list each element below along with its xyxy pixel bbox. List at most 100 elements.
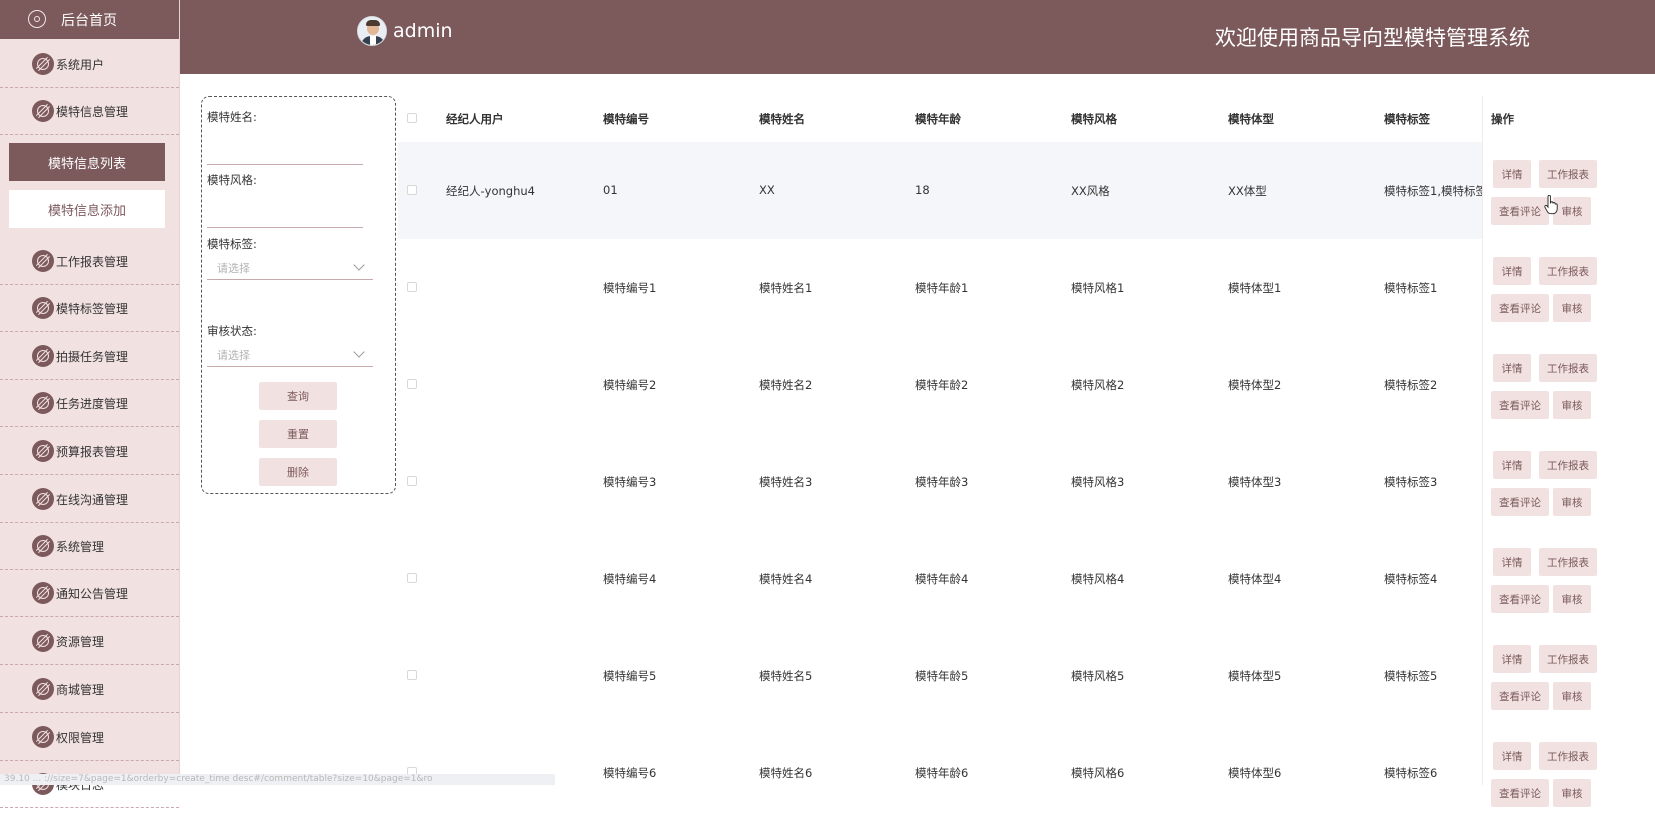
- table-cell: 模特体型5: [1228, 669, 1282, 683]
- table-cell: 模特姓名6: [759, 766, 813, 780]
- detail-button[interactable]: 详情: [1493, 645, 1531, 673]
- work-report-button[interactable]: 工作报表: [1539, 257, 1597, 285]
- view-comments-button[interactable]: 查看评论: [1491, 682, 1549, 710]
- sidebar-item[interactable]: 系统用户: [0, 41, 179, 88]
- sidebar-item-label: 通知公告管理: [56, 587, 129, 601]
- table-row: 经纪人-yonghu4 01 XX 18 XX风格 XX体型 模特标签1,模特标签2: [398, 142, 1638, 239]
- detail-button[interactable]: 详情: [1493, 257, 1531, 285]
- work-report-button[interactable]: 工作报表: [1539, 548, 1597, 576]
- table-cell: 模特标签1,模特标签2: [1384, 184, 1484, 198]
- row-checkbox[interactable]: [407, 185, 417, 195]
- table-cell: 模特标签1: [1384, 281, 1438, 295]
- sidebar-item[interactable]: 商城管理: [0, 666, 179, 713]
- sidebar-sub-item-model-list[interactable]: 模特信息列表: [9, 143, 165, 181]
- table-cell: 模特标签6: [1384, 766, 1438, 780]
- sidebar-item[interactable]: 模特信息管理: [0, 88, 179, 135]
- menu-flower-icon: [32, 392, 54, 414]
- view-comments-button[interactable]: 查看评论: [1491, 197, 1549, 225]
- sidebar-item-label: 系统用户: [56, 58, 105, 72]
- menu-flower-icon: [32, 678, 54, 700]
- model-tag-select[interactable]: 请选择: [207, 254, 373, 280]
- sidebar-item-label: 拍摄任务管理: [56, 350, 129, 364]
- sidebar-item-label: 商城管理: [56, 683, 105, 697]
- sidebar-item[interactable]: 系统管理: [0, 523, 179, 570]
- table-cell: 模特年龄3: [915, 475, 969, 489]
- review-button[interactable]: 审核: [1553, 779, 1591, 807]
- model-name-label: 模特姓名:: [207, 110, 257, 124]
- review-button[interactable]: 审核: [1553, 391, 1591, 419]
- reset-button[interactable]: 重置: [259, 420, 337, 448]
- view-comments-button[interactable]: 查看评论: [1491, 585, 1549, 613]
- table-header-cell: 模特风格: [1071, 112, 1117, 126]
- sidebar-sub-item-model-add[interactable]: 模特信息添加: [9, 190, 165, 228]
- review-button[interactable]: 审核: [1553, 585, 1591, 613]
- menu-flower-icon: [32, 630, 54, 652]
- detail-button[interactable]: 详情: [1493, 354, 1531, 382]
- table-cell: 模特年龄5: [915, 669, 969, 683]
- model-tag-placeholder: 请选择: [217, 262, 250, 275]
- sidebar-home[interactable]: 后台首页: [0, 0, 179, 39]
- table-cell: 模特风格1: [1071, 281, 1125, 295]
- chevron-down-icon: [353, 259, 365, 271]
- table-cell: 模特年龄4: [915, 572, 969, 586]
- table-header: 经纪人用户 模特编号 模特姓名 模特年龄 模特风格 模特体型 模特标签: [398, 96, 1638, 142]
- work-report-button[interactable]: 工作报表: [1539, 354, 1597, 382]
- select-all-checkbox[interactable]: [407, 113, 417, 123]
- table-cell: 模特体型2: [1228, 378, 1282, 392]
- review-button[interactable]: 审核: [1553, 294, 1591, 322]
- model-name-input[interactable]: [207, 142, 363, 165]
- row-checkbox[interactable]: [407, 476, 417, 486]
- view-comments-button[interactable]: 查看评论: [1491, 779, 1549, 807]
- table-cell: 模特编号5: [603, 669, 657, 683]
- table-cell: 模特编号6: [603, 766, 657, 780]
- detail-button[interactable]: 详情: [1493, 451, 1531, 479]
- menu-flower-icon: [32, 582, 54, 604]
- work-report-button[interactable]: 工作报表: [1539, 160, 1597, 188]
- search-panel: 模特姓名: 模特风格: 模特标签: 请选择 审核状态: 请选择 查询 重置 删除: [201, 96, 396, 494]
- row-checkbox[interactable]: [407, 379, 417, 389]
- sidebar-item[interactable]: 预算报表管理: [0, 428, 179, 475]
- sidebar-item[interactable]: 资源管理: [0, 618, 179, 665]
- review-button[interactable]: 审核: [1553, 488, 1591, 516]
- row-checkbox[interactable]: [407, 282, 417, 292]
- page-title: 欢迎使用商品导向型模特管理系统: [1215, 26, 1530, 50]
- detail-button[interactable]: 详情: [1493, 160, 1531, 188]
- view-comments-button[interactable]: 查看评论: [1491, 391, 1549, 419]
- table-row: 模特编号6 模特姓名6 模特年龄6 模特风格6 模特体型6 模特标签6: [398, 724, 1638, 821]
- sidebar-item[interactable]: 权限管理: [0, 714, 179, 761]
- table-cell: 模特年龄1: [915, 281, 969, 295]
- work-report-button[interactable]: 工作报表: [1539, 742, 1597, 770]
- table-cell: 模特体型6: [1228, 766, 1282, 780]
- sidebar-item-label: 资源管理: [56, 635, 105, 649]
- chevron-down-icon: [353, 346, 365, 358]
- menu-flower-icon: [32, 250, 54, 272]
- view-comments-button[interactable]: 查看评论: [1491, 294, 1549, 322]
- row-checkbox[interactable]: [407, 573, 417, 583]
- sidebar-item[interactable]: 在线沟通管理: [0, 476, 179, 523]
- table-cell: 模特标签2: [1384, 378, 1438, 392]
- work-report-button[interactable]: 工作报表: [1539, 645, 1597, 673]
- review-button[interactable]: 审核: [1553, 682, 1591, 710]
- sidebar-item[interactable]: 工作报表管理: [0, 238, 179, 285]
- query-button[interactable]: 查询: [259, 382, 337, 410]
- detail-button[interactable]: 详情: [1493, 548, 1531, 576]
- row-checkbox[interactable]: [407, 670, 417, 680]
- sidebar-item[interactable]: 拍摄任务管理: [0, 333, 179, 380]
- username[interactable]: admin: [393, 20, 453, 42]
- review-status-select[interactable]: 请选择: [207, 341, 373, 367]
- detail-button[interactable]: 详情: [1493, 742, 1531, 770]
- table-cell: 模特风格3: [1071, 475, 1125, 489]
- sidebar-item-label: 权限管理: [56, 731, 105, 745]
- view-comments-button[interactable]: 查看评论: [1491, 488, 1549, 516]
- table-cell: 模特年龄2: [915, 378, 969, 392]
- table-cell: 模特编号1: [603, 281, 657, 295]
- work-report-button[interactable]: 工作报表: [1539, 451, 1597, 479]
- sidebar-item[interactable]: 通知公告管理: [0, 570, 179, 617]
- sidebar-item[interactable]: 模特标签管理: [0, 285, 179, 332]
- model-style-input[interactable]: [207, 205, 363, 228]
- avatar[interactable]: [357, 16, 387, 46]
- sidebar-item[interactable]: 任务进度管理: [0, 380, 179, 427]
- delete-button[interactable]: 删除: [259, 458, 337, 486]
- sidebar-item-label: 工作报表管理: [56, 255, 129, 269]
- model-style-label: 模特风格:: [207, 173, 257, 187]
